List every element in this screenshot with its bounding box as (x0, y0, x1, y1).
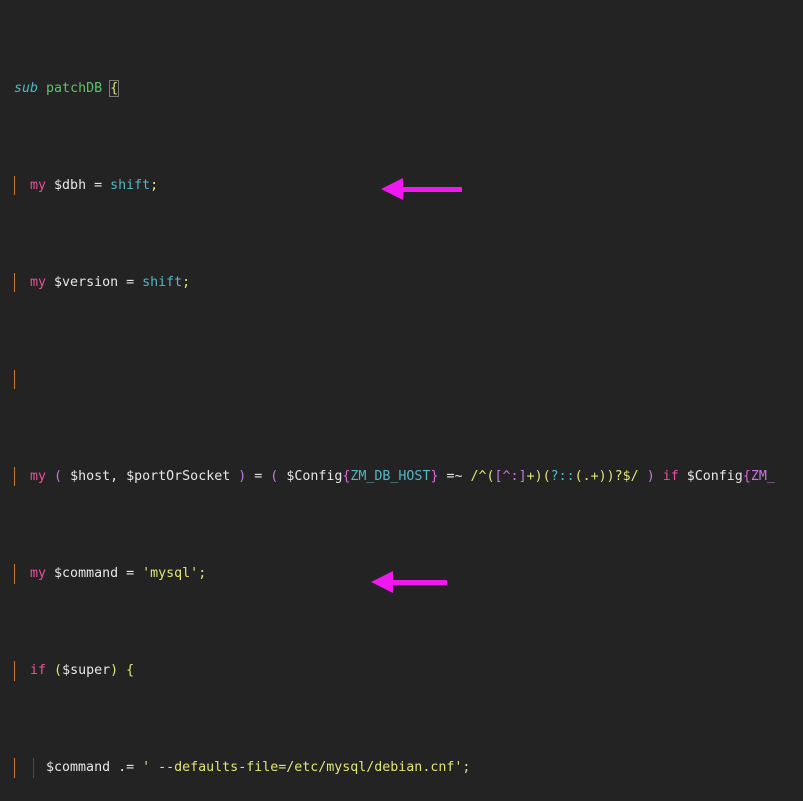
code-line[interactable]: sub patchDB { (0, 79, 803, 98)
code-line[interactable]: $command .= ' --defaults-file=/etc/mysql… (0, 758, 803, 778)
code-line[interactable] (0, 369, 803, 390)
code-line[interactable]: my $command = 'mysql'; (0, 564, 803, 584)
code-line[interactable]: my $dbh = shift; (0, 175, 803, 196)
code-line[interactable]: my ( $host, $portOrSocket ) = ( $Config{… (0, 467, 803, 487)
code-line[interactable]: if ($super) { (0, 661, 803, 681)
code-content[interactable]: sub patchDB { my $dbh = shift; my $versi… (0, 0, 803, 801)
code-editor[interactable]: sub patchDB { my $dbh = shift; my $versi… (0, 0, 803, 801)
code-line[interactable]: my $version = shift; (0, 272, 803, 293)
